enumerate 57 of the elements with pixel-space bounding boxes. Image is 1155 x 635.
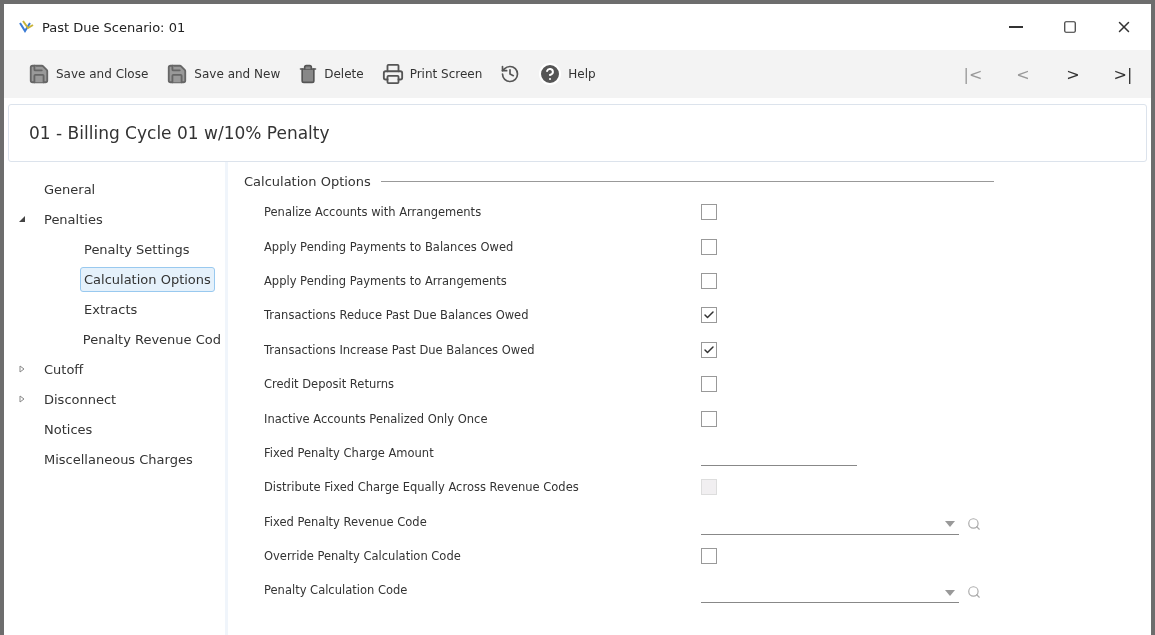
app-logo-icon bbox=[18, 19, 34, 35]
trash-icon bbox=[298, 64, 319, 84]
section-title: Calculation Options bbox=[244, 174, 371, 189]
field-label: Fixed Penalty Charge Amount bbox=[264, 445, 435, 460]
sidebar-item[interactable]: Miscellaneous Charges bbox=[40, 446, 197, 472]
expanded-arrow-icon[interactable] bbox=[18, 215, 26, 223]
field-label: Penalize Accounts with Arrangements bbox=[264, 205, 483, 220]
sidebar-item[interactable]: Cutoff bbox=[40, 356, 88, 382]
sidebar-item[interactable]: Penalty Revenue Cod bbox=[78, 326, 225, 352]
field-label: Distribute Fixed Charge Equally Across Revenue Codes bbox=[264, 480, 580, 495]
last-record-button[interactable]: >| bbox=[1105, 60, 1141, 88]
save-new-button[interactable]: Save and New bbox=[164, 59, 283, 89]
maximize-icon bbox=[1063, 20, 1077, 34]
print-button[interactable]: Print Screen bbox=[379, 59, 485, 89]
check-icon bbox=[703, 343, 715, 356]
save-close-button[interactable]: Save and Close bbox=[26, 59, 151, 89]
window-title: Past Due Scenario: 01 bbox=[42, 19, 187, 35]
record-title: 01 - Billing Cycle 01 w/10% Penalty bbox=[29, 123, 330, 143]
field-label: Inactive Accounts Penalized Only Once bbox=[264, 411, 489, 426]
sidebar-item[interactable]: Calculation Options bbox=[80, 266, 215, 292]
checkbox[interactable] bbox=[701, 341, 717, 358]
delete-button[interactable]: Delete bbox=[296, 60, 366, 88]
sidebar-item[interactable]: Penalties bbox=[40, 206, 107, 232]
search-icon[interactable] bbox=[967, 516, 981, 531]
checkbox[interactable] bbox=[701, 272, 717, 289]
minimize-icon bbox=[1009, 26, 1023, 28]
next-record-button[interactable]: > bbox=[1055, 60, 1091, 88]
sidebar-item[interactable]: Penalty Settings bbox=[80, 236, 194, 262]
history-icon bbox=[500, 64, 521, 84]
field-label: Penalty Calculation Code bbox=[264, 583, 409, 598]
sidebar-item[interactable]: Notices bbox=[40, 416, 97, 442]
field-label: Fixed Penalty Revenue Code bbox=[264, 514, 428, 529]
help-icon bbox=[538, 62, 563, 86]
field-label: Credit Deposit Returns bbox=[264, 377, 395, 392]
checkbox[interactable] bbox=[701, 307, 717, 324]
printer-icon bbox=[381, 63, 404, 85]
checkbox[interactable] bbox=[701, 238, 717, 255]
field-label: Transactions Increase Past Due Balances Owed bbox=[264, 342, 536, 357]
field-label: Transactions Reduce Past Due Balances Owed bbox=[264, 308, 530, 323]
save-icon bbox=[166, 63, 189, 85]
sidebar-item[interactable]: Extracts bbox=[80, 296, 142, 322]
search-icon[interactable] bbox=[967, 585, 981, 600]
collapsed-arrow-icon[interactable] bbox=[18, 365, 26, 373]
checkbox[interactable] bbox=[701, 376, 717, 393]
collapsed-arrow-icon[interactable] bbox=[18, 395, 26, 403]
field-label: Apply Pending Payments to Balances Owed bbox=[264, 239, 515, 254]
checkbox[interactable] bbox=[701, 204, 717, 221]
field-label: Apply Pending Payments to Arrangements bbox=[264, 273, 508, 288]
sidebar-item[interactable]: Disconnect bbox=[40, 386, 121, 412]
checkbox[interactable] bbox=[701, 548, 717, 565]
caret-icon bbox=[945, 590, 955, 596]
save-icon bbox=[28, 63, 50, 85]
caret-icon bbox=[945, 521, 955, 528]
help-button[interactable]: Help bbox=[536, 58, 598, 90]
field-label: Override Penalty Calculation Code bbox=[264, 549, 462, 564]
checkbox[interactable] bbox=[701, 410, 717, 427]
sidebar-item[interactable]: General bbox=[40, 176, 100, 202]
